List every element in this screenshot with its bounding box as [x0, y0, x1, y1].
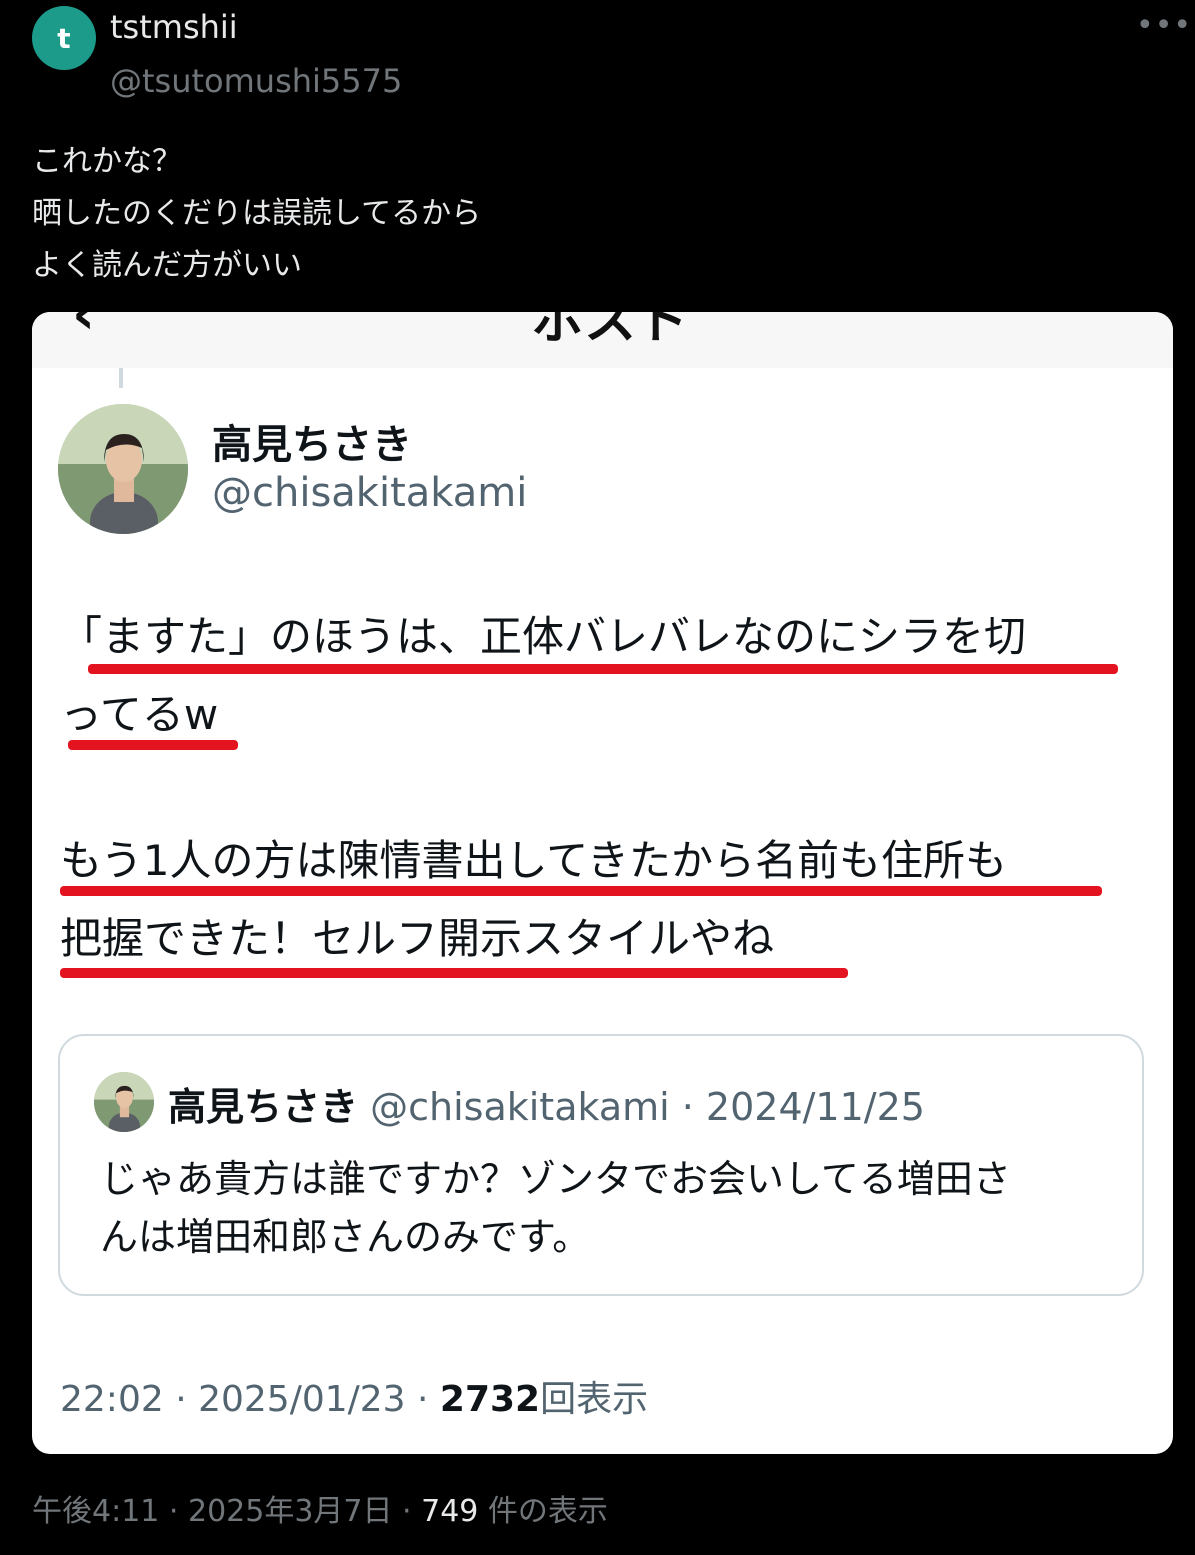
- quoted-post[interactable]: 高見ちさき @chisakitakami · 2024/11/25 じゃあ貴方は…: [58, 1034, 1144, 1296]
- quoted-post-line: んは増田和郎さんのみです。: [100, 1215, 591, 1259]
- quoted-post-author: 高見ちさき: [168, 1085, 359, 1129]
- screenshot-topbar: ‹ ポスト: [32, 312, 1173, 368]
- post-text-line: よく読んだ方がいい: [32, 248, 302, 283]
- body-line: 把握できた！セルフ開示スタイルやね: [60, 914, 775, 963]
- screenshot-views-count: 2732: [439, 1379, 541, 1420]
- quoted-post-avatar: [94, 1072, 154, 1132]
- author-name[interactable]: tstmshii: [110, 8, 238, 46]
- quoted-author-name: 高見ちさき: [212, 422, 412, 468]
- post-text-line: これかな？: [32, 144, 182, 179]
- red-underline: [68, 740, 238, 750]
- author-handle[interactable]: @tsutomushi5575: [110, 62, 402, 100]
- quoted-author-avatar: [58, 404, 188, 534]
- post-text: これかな？ 晒したのくだりは誤読してるから よく読んだ方がいい: [32, 136, 481, 292]
- attached-screenshot[interactable]: ‹ ポスト 高見ちさき @chisakitakami 「ますた」のほうは、正体バ…: [32, 312, 1173, 1454]
- red-underline: [60, 968, 848, 978]
- screenshot-body: 「ますた」のほうは、正体バレバレなのにシラを切 ってるw もう1人の方は陳情書出…: [60, 598, 1026, 978]
- post-footer: 午後4:11 · 2025年3月7日 · 749 件の表示: [32, 1486, 608, 1530]
- back-arrow-icon: ‹: [72, 312, 96, 347]
- post-views-label: 件の表示: [478, 1494, 608, 1529]
- avatar[interactable]: t: [32, 6, 96, 70]
- red-underline: [88, 664, 1118, 674]
- thread-line: [119, 368, 123, 388]
- quoted-post-line: じゃあ貴方は誰ですか？ゾンタでお会いしてる増田さ: [100, 1157, 1011, 1201]
- screenshot-views-label: 回表示: [540, 1379, 649, 1420]
- screenshot-timestamp: 22:02 · 2025/01/23 ·: [60, 1379, 440, 1420]
- quoted-post-header: 高見ちさき @chisakitakami · 2024/11/25: [168, 1076, 925, 1131]
- quoted-author-handle: @chisakitakami: [212, 470, 528, 516]
- quoted-post-text: じゃあ貴方は誰ですか？ゾンタでお会いしてる増田さ んは増田和郎さんのみです。: [100, 1150, 1011, 1266]
- quoted-post-meta: @chisakitakami · 2024/11/25: [370, 1085, 925, 1129]
- post-views-count: 749: [421, 1494, 479, 1529]
- more-options-icon[interactable]: •••: [1136, 8, 1192, 43]
- topbar-title: ポスト: [532, 312, 689, 351]
- avatar-letter: t: [57, 21, 71, 55]
- post-timestamp[interactable]: 午後4:11 · 2025年3月7日 ·: [32, 1494, 421, 1529]
- post-text-line: 晒したのくだりは誤読してるから: [32, 196, 482, 231]
- screenshot-footer: 22:02 · 2025/01/23 · 2732回表示: [60, 1370, 648, 1422]
- red-underline: [60, 886, 1102, 896]
